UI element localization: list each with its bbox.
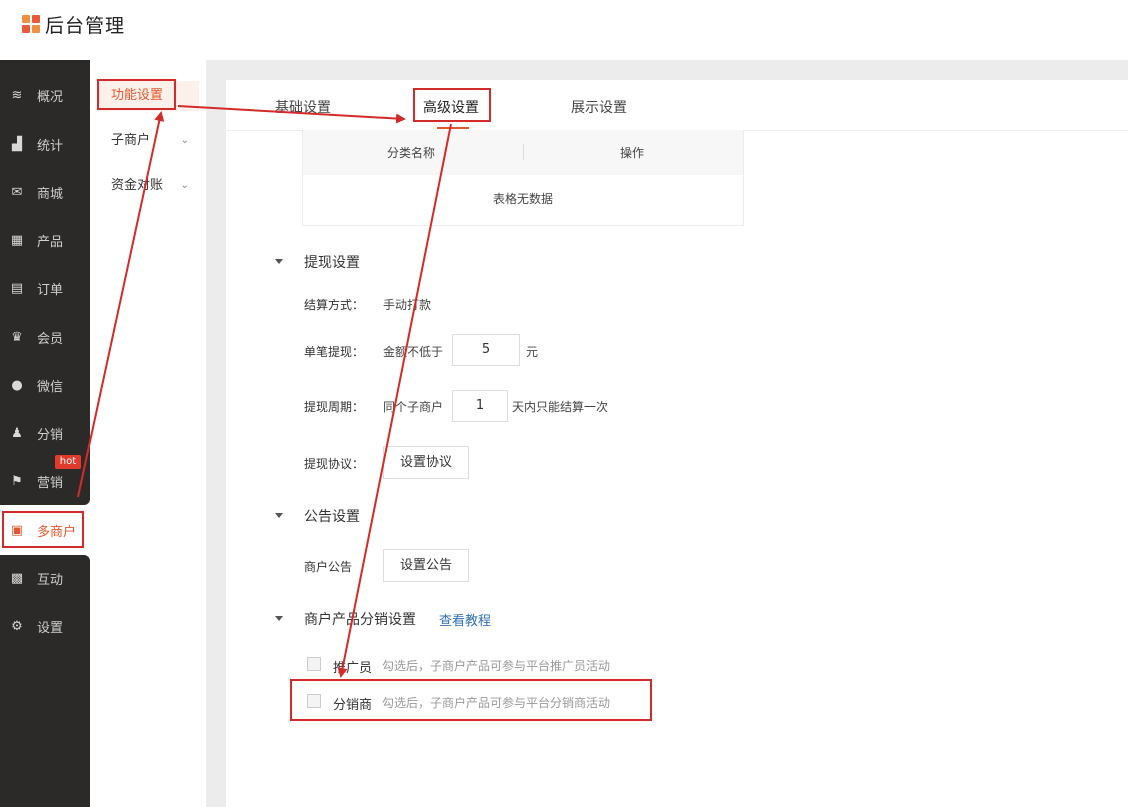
- sidebar-item-label: 统计: [37, 138, 64, 154]
- promoter-hint: 勾选后，子商户产品可参与平台推广员活动: [382, 659, 611, 673]
- tab-basic-settings[interactable]: 基础设置: [275, 97, 331, 117]
- annotation-box-distributor: [290, 679, 652, 721]
- distribution-section-title: 商户产品分销设置: [304, 612, 416, 628]
- sidebar-item-label: 产品: [37, 234, 64, 250]
- table-header: 分类名称 操作: [303, 130, 743, 175]
- withdraw-period-label: 提现周期：: [304, 400, 365, 414]
- promoter-label: 推广员: [333, 661, 373, 676]
- withdraw-section-title: 提现设置: [304, 255, 360, 271]
- sidebar-item-products[interactable]: ▦ 产品: [0, 220, 90, 260]
- table-header-name: 分类名称: [387, 146, 436, 160]
- sidebar-item-store[interactable]: ✉ 商城: [0, 172, 90, 212]
- withdraw-period-prefix: 同个子商户: [383, 400, 444, 414]
- chevron-down-icon: ⌄: [180, 135, 189, 146]
- gear-icon: ⚙: [11, 618, 23, 634]
- sidebar-item-members[interactable]: ♛ 会员: [0, 317, 90, 357]
- sidebar-item-stats[interactable]: ▟ 统计: [0, 124, 90, 164]
- merchant-notice-label: 商户公告: [304, 560, 353, 574]
- subnav-item-label: 资金对账: [111, 178, 164, 193]
- collapse-caret-icon[interactable]: [275, 616, 283, 621]
- single-withdraw-label: 单笔提现：: [304, 345, 365, 359]
- main-sidebar: ≋ 概况 ▟ 统计 ✉ 商城 ▦ 产品 ▤ 订单 ♛ 会员 ● 微信 ♟ 分销 …: [0, 60, 90, 807]
- period-days-input[interactable]: 1: [452, 390, 508, 422]
- store-icon: ✉: [11, 184, 23, 200]
- tab-display-settings[interactable]: 展示设置: [571, 97, 627, 117]
- sidebar-item-orders[interactable]: ▤ 订单: [0, 268, 90, 308]
- tutorial-link[interactable]: 查看教程: [439, 610, 491, 629]
- chart-icon: ▟: [12, 136, 22, 152]
- app-title: 后台管理: [45, 14, 126, 37]
- set-notice-button[interactable]: 设置公告: [383, 549, 469, 582]
- sidebar-item-label: 设置: [37, 620, 64, 636]
- sidebar-item-label: 概况: [37, 89, 64, 105]
- table-header-action: 操作: [620, 146, 645, 160]
- category-table: 分类名称 操作 表格无数据: [302, 130, 744, 226]
- sidebar-item-label: 订单: [37, 282, 64, 298]
- crown-icon: ♛: [11, 329, 23, 345]
- chevron-down-icon: ⌄: [180, 180, 189, 191]
- withdraw-protocol-label: 提现协议：: [304, 457, 365, 471]
- table-empty-text: 表格无数据: [492, 192, 553, 206]
- interact-icon: ▩: [10, 570, 24, 586]
- collapse-caret-icon[interactable]: [275, 513, 283, 518]
- annotation-box-multi-merchant: [2, 511, 84, 548]
- column-divider: [523, 144, 524, 160]
- sidebar-item-label: 互动: [37, 572, 64, 588]
- annotation-box-feature-settings: [97, 79, 176, 110]
- sub-nav: 功能设置 子商户 ⌄ 资金对账 ⌄: [90, 60, 207, 807]
- annotation-box-advanced-tab: [413, 88, 491, 122]
- sidebar-item-label: 会员: [37, 331, 64, 347]
- set-protocol-button[interactable]: 设置协议: [383, 446, 469, 479]
- top-bar: 后台管理: [0, 0, 1128, 60]
- subnav-item-label: 子商户: [111, 133, 151, 148]
- promoter-checkbox[interactable]: [307, 657, 321, 671]
- order-icon: ▤: [10, 280, 24, 296]
- sidebar-item-label: 微信: [37, 379, 64, 395]
- single-withdraw-prefix: 金额不低于: [383, 345, 444, 359]
- grid-icon: ▦: [10, 232, 24, 248]
- notice-section-title: 公告设置: [304, 509, 360, 525]
- sidebar-item-label: 分销: [37, 427, 64, 443]
- users-icon: ♟: [11, 425, 23, 441]
- logo-icon: [22, 15, 40, 33]
- subnav-item-fund-reconciliation[interactable]: 资金对账 ⌄: [97, 171, 199, 201]
- layers-icon: ≋: [11, 87, 23, 103]
- wechat-icon: ●: [11, 377, 23, 393]
- sidebar-item-wechat[interactable]: ● 微信: [0, 365, 90, 405]
- sidebar-item-label: 商城: [37, 186, 64, 202]
- collapse-caret-icon[interactable]: [275, 259, 283, 264]
- min-amount-input[interactable]: 5: [452, 334, 520, 366]
- settle-method-value: 手动打款: [383, 298, 432, 312]
- sidebar-item-settings[interactable]: ⚙ 设置: [0, 606, 90, 646]
- tab-bar: 基础设置 高级设置 展示设置: [226, 80, 1128, 131]
- sidebar-item-overview[interactable]: ≋ 概况: [0, 75, 90, 115]
- withdraw-period-suffix: 天内只能结算一次: [512, 400, 609, 414]
- subnav-item-sub-merchant[interactable]: 子商户 ⌄: [97, 126, 199, 156]
- sidebar-item-interaction[interactable]: ▩ 互动: [0, 558, 90, 598]
- active-tab-indicator: [437, 127, 469, 129]
- flag-icon: ⚑: [11, 473, 23, 489]
- sidebar-item-distribution[interactable]: ♟ 分销: [0, 413, 90, 453]
- app-logo[interactable]: 后台管理: [22, 12, 126, 37]
- hot-badge: hot: [55, 455, 81, 469]
- sidebar-item-label: 营销: [37, 475, 64, 491]
- settle-method-label: 结算方式：: [304, 298, 365, 312]
- single-withdraw-unit: 元: [526, 345, 539, 359]
